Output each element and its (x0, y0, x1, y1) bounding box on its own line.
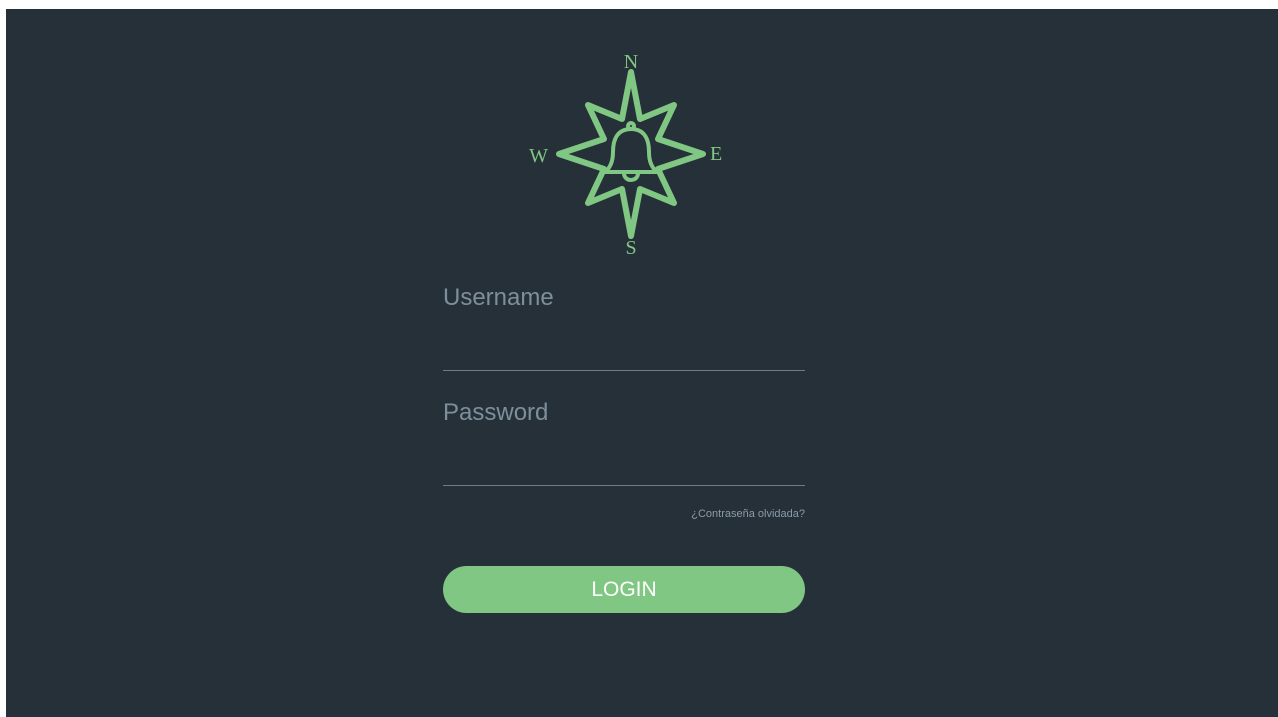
password-field: Password (443, 398, 805, 486)
login-button[interactable]: LOGIN (443, 566, 805, 613)
username-label: Username (443, 284, 554, 311)
compass-bell-logo: N E S W (521, 44, 741, 264)
compass-bell-icon: N E S W (529, 51, 722, 259)
compass-north-label: N (624, 51, 638, 73)
login-screen: N E S W Username Password ¿Contraseña ol… (6, 9, 1278, 717)
password-input[interactable] (443, 450, 805, 486)
compass-east-label: E (710, 143, 722, 165)
username-field: Username (443, 283, 805, 371)
compass-west-label: W (529, 145, 548, 167)
username-input[interactable] (443, 335, 805, 371)
forgot-password-link[interactable]: ¿Contraseña olvidada? (443, 507, 805, 521)
password-label: Password (443, 399, 549, 426)
compass-south-label: S (625, 237, 636, 259)
